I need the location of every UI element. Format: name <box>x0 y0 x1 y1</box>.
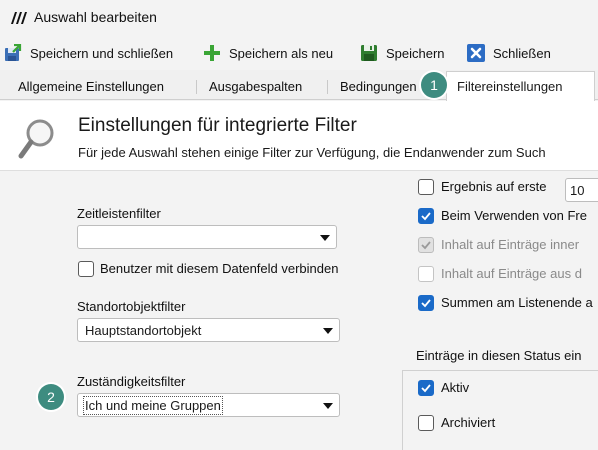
tab-bar: Allgemeine Einstellungen Ausgabespalten … <box>0 70 598 101</box>
status-archived-label: Archiviert <box>441 415 496 430</box>
window-title: Auswahl bearbeiten <box>34 9 157 25</box>
dropdown-arrow-icon <box>323 403 333 409</box>
header-panel: Einstellungen für integrierte Filter Für… <box>0 101 598 171</box>
location-filter-dropdown[interactable]: Hauptstandortobjekt <box>77 318 340 342</box>
magnifier-icon <box>18 119 54 159</box>
option-label-3: Inhalt auf Einträge aus d <box>441 266 582 281</box>
first-results-label: Ergebnis auf erste <box>441 179 547 194</box>
status-group-label: Einträge in diesen Status ein <box>413 348 585 363</box>
checkmark-icon <box>421 212 431 221</box>
option-checkbox-1[interactable] <box>418 208 434 224</box>
responsibility-filter-dropdown[interactable]: Ich und meine Gruppen <box>77 393 340 417</box>
dropdown-arrow-icon <box>323 328 333 334</box>
close-button[interactable]: Schließen <box>467 43 551 63</box>
save-as-new-button[interactable]: Speichern als neu <box>203 43 333 63</box>
status-active-label: Aktiv <box>441 380 470 395</box>
responsibility-filter-label: Zuständigkeitsfilter <box>77 374 186 389</box>
option-label-2: Inhalt auf Einträge inner <box>441 237 580 252</box>
location-filter-label: Standortobjektfilter <box>77 299 186 314</box>
tab-filter-settings[interactable]: Filtereinstellungen <box>446 71 595 101</box>
option-label-1: Beim Verwenden von Fre <box>441 208 587 223</box>
page-subtitle: Für jede Auswahl stehen einige Filter zu… <box>78 145 546 160</box>
save-and-close-button[interactable]: Speichern und schließen <box>4 43 173 63</box>
location-filter-value: Hauptstandortobjekt <box>85 323 202 338</box>
close-label: Schließen <box>493 45 551 61</box>
timeline-filter-label: Zeitleistenfilter <box>77 206 161 221</box>
step-badge-1: 1 <box>421 72 447 98</box>
first-results-count-input[interactable]: 10 <box>565 178 598 202</box>
close-icon <box>467 44 485 62</box>
status-archived-checkbox[interactable] <box>418 415 434 431</box>
save-close-icon <box>5 44 22 61</box>
responsibility-filter-value: Ich und meine Gruppen <box>83 396 223 415</box>
checkmark-icon <box>421 241 431 250</box>
first-results-count-value: 10 <box>570 183 585 198</box>
app-logo-icon <box>11 12 27 24</box>
tab-output-columns[interactable]: Ausgabespalten <box>209 74 302 100</box>
toolbar: Speichern und schließen Speichern als ne… <box>0 36 598 70</box>
status-active-checkbox[interactable] <box>418 380 434 396</box>
checkmark-icon <box>421 299 431 308</box>
tab-separator <box>196 80 197 94</box>
save-button[interactable]: Speichern <box>360 43 445 63</box>
option-checkbox-2 <box>418 237 434 253</box>
save-and-close-label: Speichern und schließen <box>30 45 174 61</box>
option-checkbox-3 <box>418 266 434 282</box>
tab-separator <box>327 80 328 94</box>
save-as-new-label: Speichern als neu <box>229 45 334 61</box>
option-checkbox-4[interactable] <box>418 295 434 311</box>
page-title: Einstellungen für integrierte Filter <box>78 115 357 136</box>
option-label-4: Summen am Listenende a <box>441 295 593 310</box>
add-icon <box>204 45 220 61</box>
save-label: Speichern <box>386 45 445 61</box>
first-results-checkbox[interactable] <box>418 179 434 195</box>
step-badge-2: 2 <box>38 384 64 410</box>
title-bar: Auswahl bearbeiten <box>0 0 598 36</box>
dropdown-arrow-icon <box>320 235 330 241</box>
checkmark-icon <box>421 384 431 393</box>
save-icon <box>361 45 377 61</box>
link-user-checkbox[interactable] <box>78 261 94 277</box>
timeline-filter-dropdown[interactable] <box>77 225 337 249</box>
link-user-label: Benutzer mit diesem Datenfeld verbinden <box>100 261 339 276</box>
tab-general-settings[interactable]: Allgemeine Einstellungen <box>18 74 164 100</box>
tab-conditions[interactable]: Bedingungen <box>340 74 432 100</box>
